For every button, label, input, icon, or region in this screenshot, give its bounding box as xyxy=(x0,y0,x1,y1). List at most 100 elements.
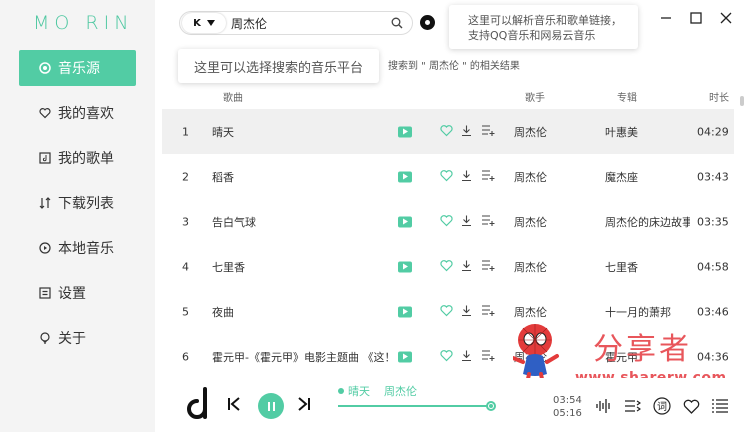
about-icon xyxy=(38,331,52,345)
pause-button[interactable] xyxy=(258,393,284,419)
previous-track-icon[interactable] xyxy=(227,397,241,414)
header-song: 歌曲 xyxy=(223,93,243,104)
pause-bar xyxy=(272,401,275,411)
download-icon[interactable] xyxy=(461,169,472,184)
sidebar-item-label: 设置 xyxy=(58,286,86,302)
sidebar-item-label: 音乐源 xyxy=(58,61,100,77)
table-header: 歌曲 歌手 专辑 时长 xyxy=(162,89,734,105)
add-to-playlist-icon[interactable] xyxy=(482,214,495,229)
row-song-name: 七里香 xyxy=(212,260,245,274)
sidebar-item-music-source[interactable]: 音乐源 xyxy=(19,50,136,86)
add-to-playlist-icon[interactable] xyxy=(482,304,495,319)
play-icon[interactable] xyxy=(398,261,412,272)
now-playing-artist: 周杰伦 xyxy=(384,385,417,398)
platform-kugou-icon: K xyxy=(193,17,201,29)
next-track-icon[interactable] xyxy=(297,397,311,414)
download-icon[interactable] xyxy=(461,349,472,364)
progress-knob[interactable] xyxy=(486,401,496,411)
heart-icon[interactable] xyxy=(440,304,453,319)
play-icon[interactable] xyxy=(398,351,412,362)
download-icon[interactable] xyxy=(461,304,472,319)
sidebar-item-settings[interactable]: 设置 xyxy=(19,275,136,311)
sidebar-item-local-music[interactable]: 本地音乐 xyxy=(19,230,136,266)
scrollbar[interactable] xyxy=(740,96,744,106)
row-album: 魔杰座 xyxy=(605,170,638,184)
sound-effect-icon[interactable] xyxy=(595,397,613,415)
lyrics-icon[interactable]: 词 xyxy=(653,397,671,415)
platform-selector[interactable]: K xyxy=(182,13,226,33)
row-singer: 周杰伦 xyxy=(514,215,547,229)
watermark-title: 分享者 xyxy=(593,332,692,367)
row-duration: 03:46 xyxy=(697,305,729,318)
add-to-playlist-icon[interactable] xyxy=(482,259,495,274)
table-row[interactable]: 3 告白气球 周杰伦 周杰伦的床边故事 03:35 xyxy=(162,199,734,244)
heart-icon[interactable] xyxy=(440,214,453,229)
download-icon[interactable] xyxy=(461,124,472,139)
maximize-icon[interactable] xyxy=(688,10,704,26)
sidebar: MO RIN 音乐源 我的喜欢 我的歌单 下载列表 本地音乐 设置 关于 xyxy=(0,0,155,432)
search-icon[interactable] xyxy=(386,17,408,29)
heart-icon[interactable] xyxy=(440,259,453,274)
sidebar-item-label: 我的歌单 xyxy=(58,151,114,167)
current-time: 03:54 xyxy=(553,395,582,406)
sidebar-item-label: 我的喜欢 xyxy=(58,106,114,122)
play-icon[interactable] xyxy=(398,216,412,227)
table-row[interactable]: 1 晴天 周杰伦 叶惠美 04:29 xyxy=(162,109,734,154)
row-song-name: 稻香 xyxy=(212,170,234,184)
player-bar: 晴天 周杰伦 03:54 05:16 词 xyxy=(155,378,750,432)
sidebar-item-favorites[interactable]: 我的喜欢 xyxy=(19,95,136,131)
playing-dot-icon xyxy=(338,388,344,394)
window-controls xyxy=(658,10,734,26)
heart-icon[interactable] xyxy=(440,124,453,139)
row-duration: 04:29 xyxy=(697,125,729,138)
row-singer: 周杰伦 xyxy=(514,170,547,184)
download-icon[interactable] xyxy=(461,259,472,274)
add-to-playlist-icon[interactable] xyxy=(482,349,495,364)
svg-text:词: 词 xyxy=(657,401,667,413)
minimize-icon[interactable] xyxy=(658,10,674,26)
sidebar-item-about[interactable]: 关于 xyxy=(19,320,136,356)
play-mode-icon[interactable] xyxy=(624,397,642,415)
row-duration: 03:35 xyxy=(697,215,729,228)
sidebar-item-playlists[interactable]: 我的歌单 xyxy=(19,140,136,176)
parse-link-vinyl-icon[interactable] xyxy=(420,15,435,30)
now-playing-song: 晴天 xyxy=(348,385,370,398)
table-row[interactable]: 2 稻香 周杰伦 魔杰座 03:43 xyxy=(162,154,734,199)
chevron-down-icon xyxy=(206,18,215,29)
header-album: 专辑 xyxy=(617,93,637,104)
row-index: 5 xyxy=(182,305,189,318)
search-result-summary: 搜索到 " 周杰伦 " 的相关结果 xyxy=(388,61,520,72)
download-icon[interactable] xyxy=(461,214,472,229)
time-display: 03:54 05:16 xyxy=(553,394,582,420)
tooltip-line: 这里可以解析音乐和歌单链接， xyxy=(468,14,622,27)
close-icon[interactable] xyxy=(718,10,734,26)
search-input[interactable]: 周杰伦 xyxy=(231,15,386,32)
player-logo-icon xyxy=(185,387,211,424)
progress-bar[interactable] xyxy=(338,405,491,407)
header-duration: 时长 xyxy=(709,93,729,104)
play-icon[interactable] xyxy=(398,126,412,137)
add-to-playlist-icon[interactable] xyxy=(482,124,495,139)
playlist-queue-icon[interactable] xyxy=(711,397,729,415)
now-playing: 晴天 周杰伦 xyxy=(338,383,417,399)
sidebar-item-label: 本地音乐 xyxy=(58,241,114,257)
play-icon[interactable] xyxy=(398,171,412,182)
row-duration: 04:58 xyxy=(697,260,729,273)
row-song-name: 晴天 xyxy=(212,125,234,139)
sidebar-item-label: 下载列表 xyxy=(58,196,114,212)
heart-icon[interactable] xyxy=(440,349,453,364)
favorite-heart-icon[interactable] xyxy=(682,397,700,415)
add-to-playlist-icon[interactable] xyxy=(482,169,495,184)
heart-icon[interactable] xyxy=(440,169,453,184)
play-icon[interactable] xyxy=(398,306,412,317)
row-song-name: 霍元甲-《霍元甲》电影主题曲 《这！就 xyxy=(212,350,390,364)
tooltip-line: 支持QQ音乐和网易云音乐 xyxy=(468,29,596,42)
row-duration: 03:43 xyxy=(697,170,729,183)
table-row[interactable]: 4 七里香 周杰伦 七里香 04:58 xyxy=(162,244,734,289)
heart-icon xyxy=(38,106,52,120)
local-music-icon xyxy=(38,241,52,255)
sidebar-item-downloads[interactable]: 下载列表 xyxy=(19,185,136,221)
row-index: 4 xyxy=(182,260,189,273)
row-index: 6 xyxy=(182,350,189,363)
total-time: 05:16 xyxy=(553,408,582,419)
